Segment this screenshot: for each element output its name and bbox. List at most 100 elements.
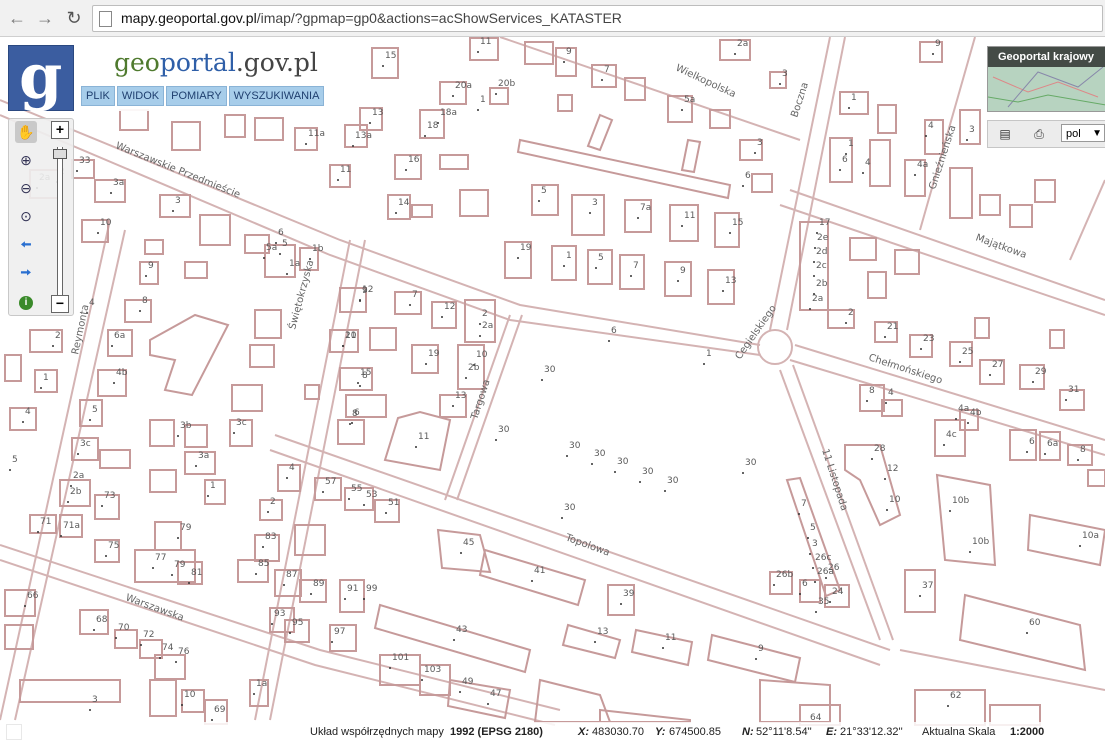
house-number: 57 xyxy=(325,477,336,487)
house-number: 11 xyxy=(340,165,351,175)
house-number: 95 xyxy=(292,618,303,628)
hand-pan-icon: ✋ xyxy=(17,124,35,140)
parcel-point xyxy=(175,661,177,663)
brand-geo: geo xyxy=(114,48,160,77)
house-number: 53 xyxy=(366,490,377,500)
road-warszawskie-przedmiescie-2 xyxy=(0,114,761,356)
zoom-out-button[interactable]: − xyxy=(51,295,69,313)
parcel-point xyxy=(40,387,42,389)
logo-g-icon: g xyxy=(8,40,74,113)
house-number: 17 xyxy=(819,218,830,228)
parcel-point xyxy=(809,308,811,310)
house-number: 25 xyxy=(962,347,973,357)
zoom-slider-track[interactable] xyxy=(57,147,63,295)
parcel-point xyxy=(289,632,291,634)
house-number: 13 xyxy=(372,108,383,118)
house-number: 20a xyxy=(455,81,472,91)
layers-button[interactable]: ▤ xyxy=(996,125,1014,143)
parcel-point xyxy=(531,580,533,582)
info-tool-button[interactable]: i xyxy=(15,289,37,311)
parcel-point xyxy=(799,593,801,595)
roundabout xyxy=(757,329,793,365)
parcel-point xyxy=(115,637,117,639)
parcel-point xyxy=(52,345,54,347)
overview-map[interactable]: Geoportal krajowy xyxy=(987,46,1105,112)
house-number: 31 xyxy=(1068,385,1079,395)
menu-pomiary[interactable]: POMIARY xyxy=(166,86,227,106)
parcel-point xyxy=(253,693,255,695)
cadastral-map[interactable]: 15 11 9 2a 9 7 3 1 20a 20b 18a 18 16 13 13a 11 14 12 10 8 6 4… xyxy=(0,37,1105,743)
parcel-point xyxy=(966,139,968,141)
house-number: 11 xyxy=(684,211,695,221)
house-number: 4 xyxy=(25,407,31,417)
parcel-point xyxy=(920,348,922,350)
menu-widok[interactable]: WIDOK xyxy=(116,86,165,106)
zoom-out-icon: ⊖ xyxy=(20,180,32,196)
house-number: 37 xyxy=(922,581,933,591)
parcel-point xyxy=(101,505,103,507)
previous-view-button[interactable]: 🠨 xyxy=(15,233,37,255)
address-bar[interactable]: mapy.geoportal.gov.pl/imap/?gpmap=gp0&ac… xyxy=(92,5,1103,32)
house-number: 1 xyxy=(706,349,712,359)
zoom-slider-thumb[interactable] xyxy=(53,149,67,159)
house-number: 1 xyxy=(43,373,49,383)
house-number: 5 xyxy=(541,186,547,196)
house-number: 21 xyxy=(887,322,898,332)
house-number: 19 xyxy=(428,349,440,359)
house-number: 10 xyxy=(100,218,112,228)
map-toolbar: ✋ ⊕ ⊖ ⊙ 🠨 🠪 i + − xyxy=(8,118,74,316)
menu-wyszukiwania[interactable]: WYSZUKIWANIA xyxy=(228,86,325,106)
parcel-point xyxy=(807,537,809,539)
house-number: 70 xyxy=(118,623,130,633)
parcel-point xyxy=(93,629,95,631)
zoom-extent-tool-button[interactable]: ⊙ xyxy=(15,205,37,227)
parcel-point xyxy=(363,598,365,600)
house-number: 30 xyxy=(564,503,576,513)
zoom-in-button[interactable]: + xyxy=(51,121,69,139)
parcel-point xyxy=(305,143,307,145)
parcel-point xyxy=(140,644,142,646)
house-number: 101 xyxy=(392,653,409,663)
house-number: 4a xyxy=(917,160,928,170)
parcel-point xyxy=(742,185,744,187)
parcel-point xyxy=(925,135,927,137)
next-view-button[interactable]: 🠪 xyxy=(15,261,37,283)
e-value: 21°33'12.32'' xyxy=(840,726,903,738)
parcel-point xyxy=(815,611,817,613)
parcel-point xyxy=(181,704,183,706)
house-number: 26c xyxy=(815,553,831,563)
house-number: 15 xyxy=(732,218,743,228)
house-number: 49 xyxy=(462,677,474,687)
url-text: mapy.geoportal.gov.pl/imap/?gpmap=gp0&ac… xyxy=(121,6,622,31)
house-number: 4b xyxy=(970,408,982,418)
parcel-point xyxy=(359,385,361,387)
parcel-point xyxy=(331,641,333,643)
parcel-point xyxy=(563,265,565,267)
parcel-point xyxy=(620,603,622,605)
house-number: 3a xyxy=(198,451,209,461)
zoom-in-tool-button[interactable]: ⊕ xyxy=(15,149,37,171)
house-number: 7a xyxy=(640,203,651,213)
parcel-point xyxy=(76,170,78,172)
house-number: 89 xyxy=(313,579,325,589)
parcel-point xyxy=(352,145,354,147)
language-select[interactable]: pol ▼ xyxy=(1061,124,1105,142)
forward-button[interactable]: → xyxy=(34,7,56,29)
back-button[interactable]: ← xyxy=(6,7,28,29)
road-lower xyxy=(899,649,1105,691)
parcel-point xyxy=(943,444,945,446)
house-number: 1 xyxy=(480,95,486,105)
reload-button[interactable]: ↻ xyxy=(63,7,85,29)
house-number: 68 xyxy=(96,615,108,625)
arrow-left-icon: ← xyxy=(8,8,26,28)
map-canvas[interactable]: 151192a 97 3120a 20b18a18161313a11141210864… xyxy=(0,37,1105,743)
menu-plik[interactable]: PLIK xyxy=(81,86,115,106)
house-number: 4a xyxy=(958,404,969,414)
house-number: 23 xyxy=(923,334,934,344)
pan-tool-button[interactable]: ✋ xyxy=(15,121,37,143)
parcel-point xyxy=(139,310,141,312)
house-number: 2e xyxy=(817,233,829,243)
print-button[interactable]: ⎙ xyxy=(1030,125,1048,143)
house-number: 27 xyxy=(992,360,1003,370)
zoom-out-tool-button[interactable]: ⊖ xyxy=(15,177,37,199)
